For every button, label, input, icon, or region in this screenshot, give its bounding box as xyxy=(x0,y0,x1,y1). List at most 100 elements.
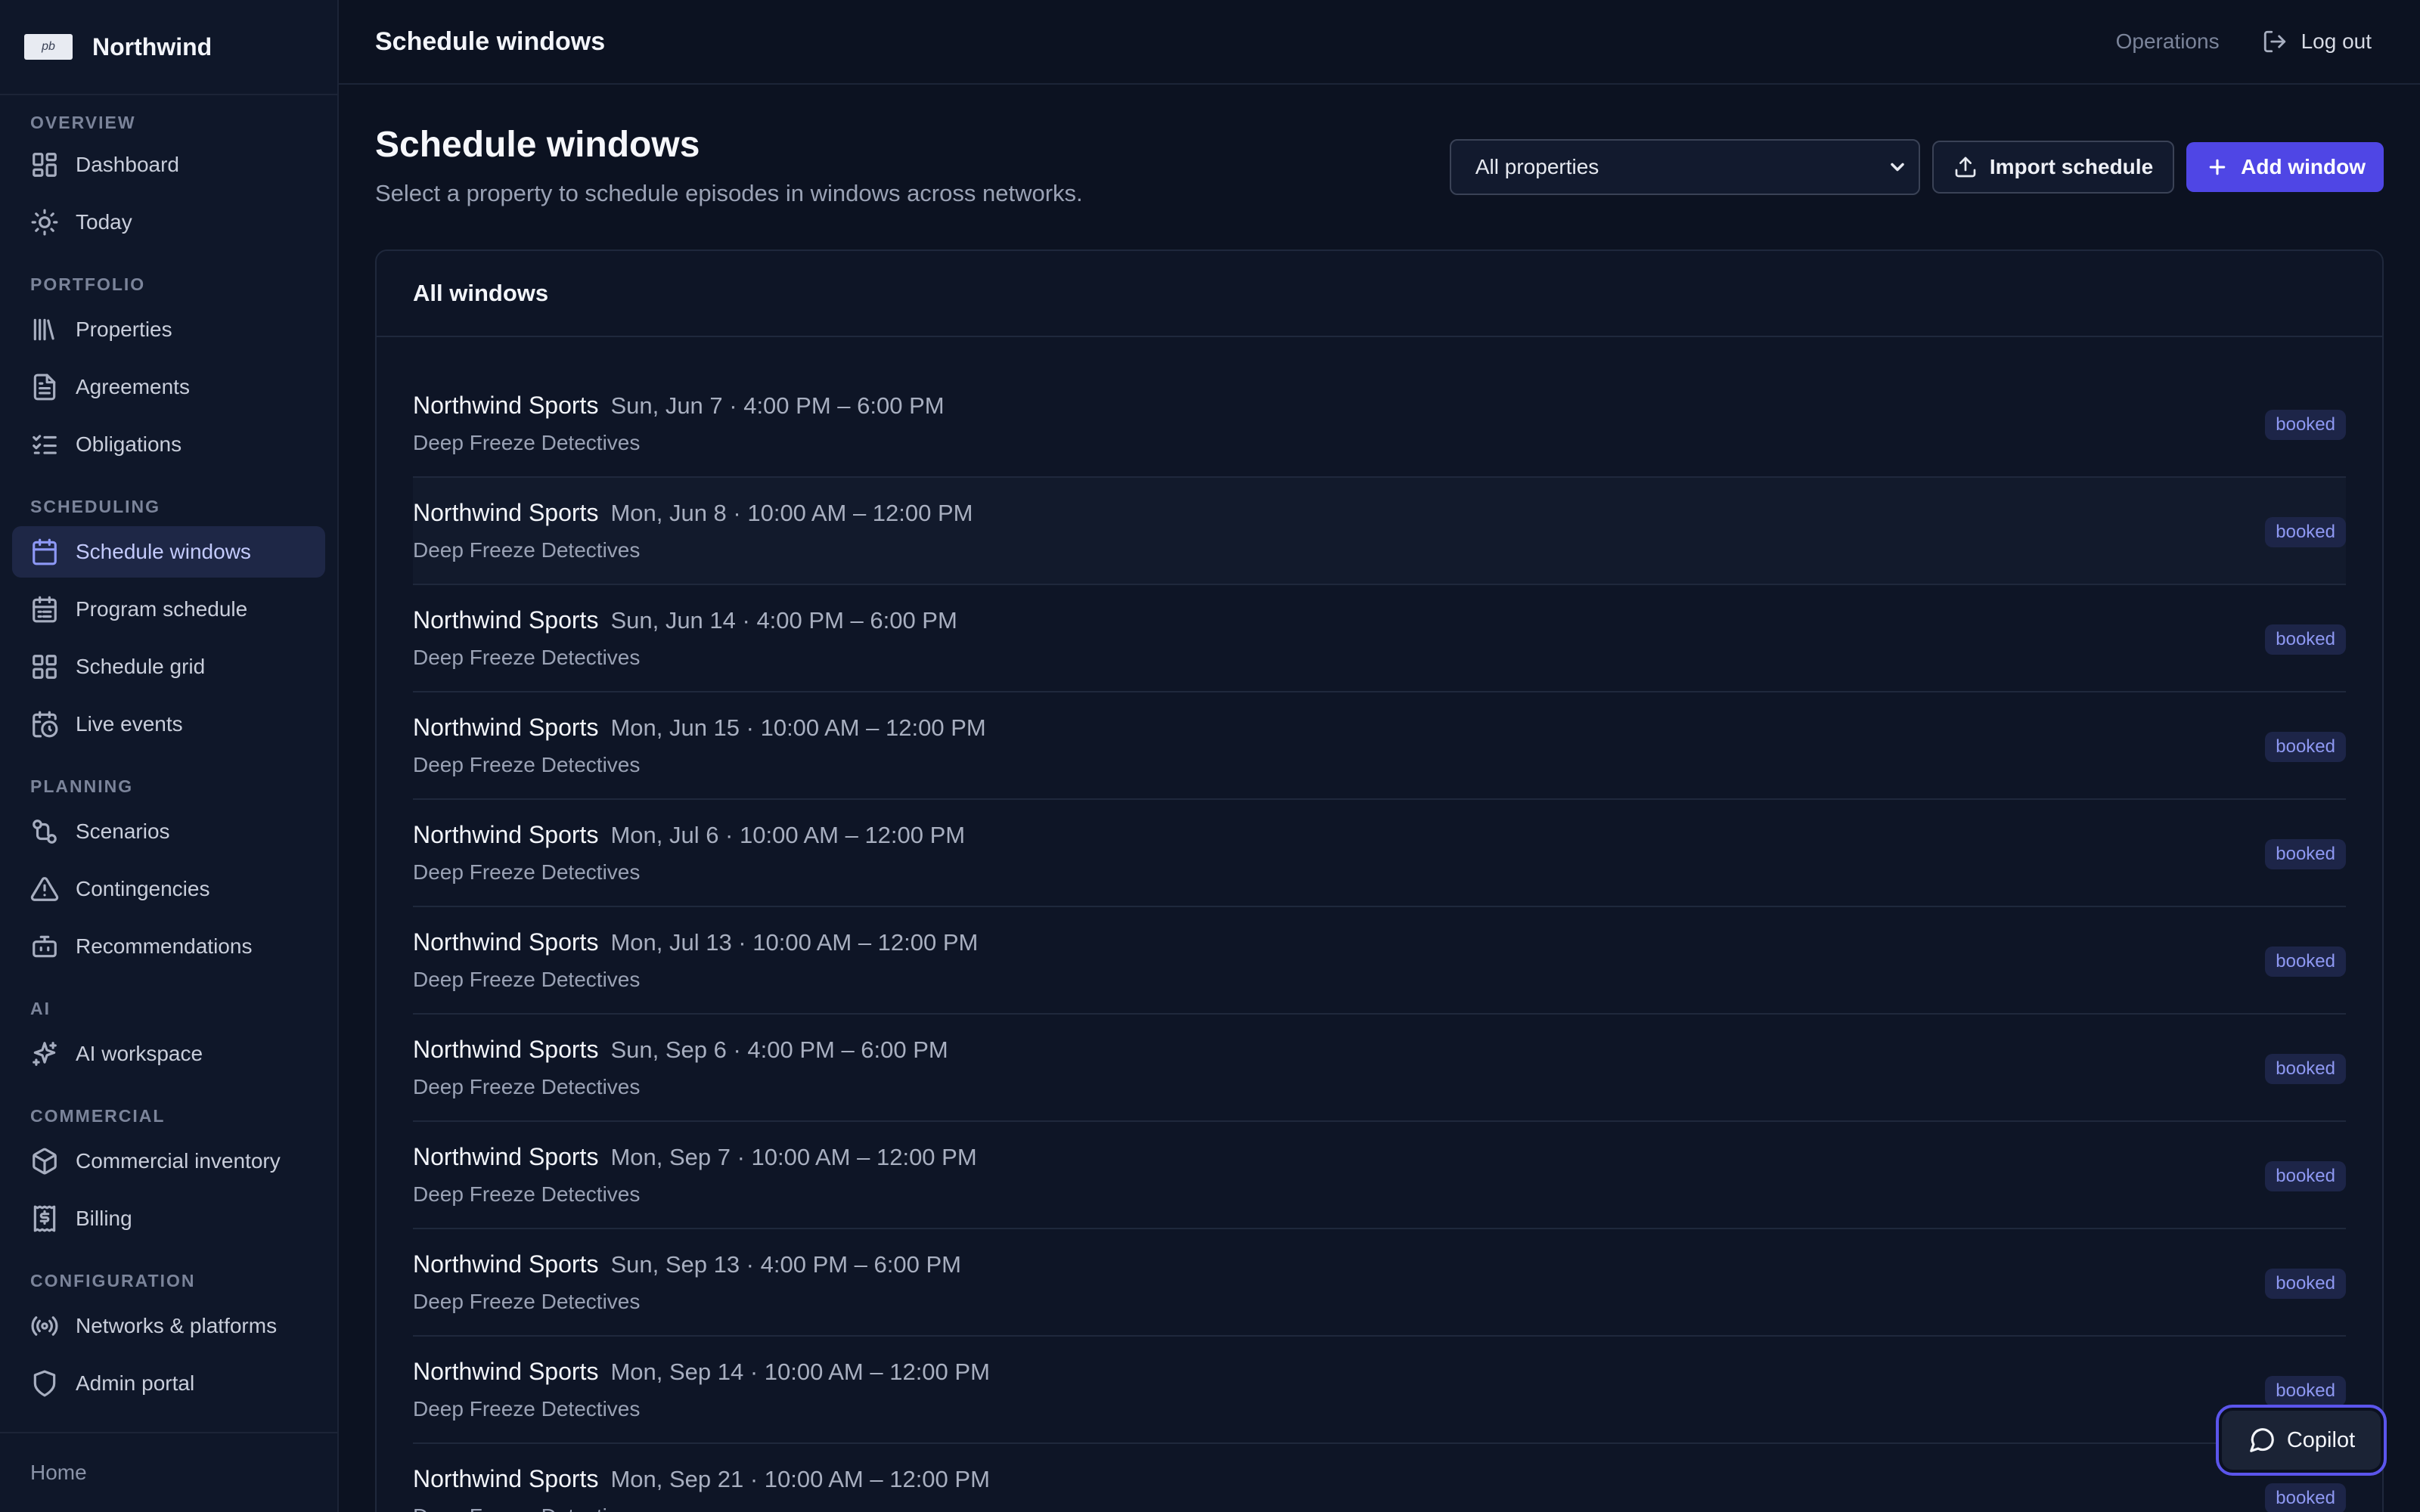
checklist-icon xyxy=(33,435,57,454)
brand[interactable]: pb Northwind xyxy=(0,0,337,95)
sidebar-item-label: Networks & platforms xyxy=(76,1314,278,1337)
window-time: Mon, Jun 8 · 10:00 AM – 12:00 PM xyxy=(610,500,973,526)
status-badge: booked xyxy=(2265,1483,2346,1512)
window-program: Deep Freeze Detectives xyxy=(413,1075,641,1098)
sidebar-item-contingencies[interactable]: Contingencies xyxy=(12,863,325,915)
sidebar-item-schedule-grid[interactable]: Schedule grid xyxy=(12,641,325,692)
sidebar-item-schedule-windows[interactable]: Schedule windows xyxy=(12,526,325,578)
plus-icon xyxy=(2209,159,2226,175)
operations-link[interactable]: Operations xyxy=(2116,29,2220,54)
window-row-heading: Northwind Sports Mon, Jul 6 · 10:00 AM –… xyxy=(413,821,965,849)
window-row[interactable]: Northwind Sports Mon, Sep 7 · 10:00 AM –… xyxy=(413,1122,2346,1229)
nav-section-label: OVERVIEW xyxy=(30,113,136,132)
window-network: Northwind Sports xyxy=(413,821,599,848)
nav-section-label: PLANNING xyxy=(30,776,134,796)
sidebar-home-link[interactable]: Home xyxy=(0,1432,337,1512)
window-row[interactable]: Northwind Sports Mon, Jun 8 · 10:00 AM –… xyxy=(413,478,2346,585)
shield-icon xyxy=(33,1370,56,1397)
bot-icon xyxy=(33,935,57,958)
window-row[interactable]: Northwind Sports Mon, Jun 15 · 10:00 AM … xyxy=(413,692,2346,800)
window-time: Mon, Sep 14 · 10:00 AM – 12:00 PM xyxy=(610,1359,990,1385)
window-row[interactable]: Northwind Sports Mon, Jul 13 · 10:00 AM … xyxy=(413,907,2346,1015)
window-row[interactable]: Northwind Sports Mon, Jul 6 · 10:00 AM –… xyxy=(413,800,2346,907)
window-row[interactable]: Northwind Sports Sun, Sep 13 · 4:00 PM –… xyxy=(413,1229,2346,1337)
window-network: Northwind Sports xyxy=(413,1036,599,1063)
sidebar-item-label: Contingencies xyxy=(76,877,210,900)
window-program: Deep Freeze Detectives xyxy=(413,431,641,454)
window-program: Deep Freeze Detectives xyxy=(413,1290,641,1313)
copilot-label: Copilot xyxy=(2286,1427,2356,1452)
window-row[interactable]: Northwind Sports Sun, Jun 7 · 4:00 PM – … xyxy=(413,370,2346,478)
window-network: Northwind Sports xyxy=(413,714,599,741)
window-row-heading: Northwind Sports Mon, Jun 15 · 10:00 AM … xyxy=(413,714,986,742)
window-row-heading: Northwind Sports Sun, Jun 7 · 4:00 PM – … xyxy=(413,392,945,420)
sidebar-item-label: Schedule windows xyxy=(76,540,251,563)
sun-icon xyxy=(31,209,58,236)
calendar-list-icon xyxy=(33,596,57,623)
sidebar-item-label: Admin portal xyxy=(76,1371,195,1395)
window-network: Northwind Sports xyxy=(413,1143,599,1170)
calendar-clock-icon xyxy=(33,711,58,738)
dollar-receipt-icon xyxy=(33,1205,56,1232)
sidebar-item-label: Agreements xyxy=(76,375,190,398)
logout-button[interactable]: Log out xyxy=(2262,29,2372,54)
status-badge: booked xyxy=(2265,732,2346,762)
window-row-heading: Northwind Sports Mon, Jun 8 · 10:00 AM –… xyxy=(413,499,973,527)
sidebar-item-label: Dashboard xyxy=(76,153,179,176)
card-title: All windows xyxy=(377,251,2382,337)
copilot-button[interactable]: Copilot xyxy=(2216,1405,2387,1476)
status-badge: booked xyxy=(2265,410,2346,440)
sidebar-item-recommendations[interactable]: Recommendations xyxy=(12,921,325,972)
status-badge: booked xyxy=(2265,517,2346,547)
window-row[interactable]: Northwind Sports Sun, Sep 6 · 4:00 PM – … xyxy=(413,1015,2346,1122)
sidebar-item-commercial-inventory[interactable]: Commercial inventory xyxy=(12,1136,325,1187)
window-row[interactable]: Northwind Sports Mon, Sep 21 · 10:00 AM … xyxy=(413,1444,2346,1512)
sidebar-item-obligations[interactable]: Obligations xyxy=(12,419,325,470)
logout-label: Log out xyxy=(2301,29,2372,53)
page-title: Schedule windows xyxy=(375,125,700,165)
status-badge: booked xyxy=(2265,839,2346,869)
property-select[interactable]: All properties xyxy=(1449,139,1920,195)
window-network: Northwind Sports xyxy=(413,928,599,956)
nav-section-label: PORTFOLIO xyxy=(30,274,146,294)
window-network: Northwind Sports xyxy=(413,1250,599,1278)
chevron-down-icon xyxy=(1891,163,1904,172)
main-content: Schedule windows Select a property to sc… xyxy=(375,85,2384,1512)
window-time: Mon, Jul 13 · 10:00 AM – 12:00 PM xyxy=(610,929,979,956)
window-row-heading: Northwind Sports Mon, Sep 14 · 10:00 AM … xyxy=(413,1358,990,1386)
nav-section-label: SCHEDULING xyxy=(30,497,161,516)
sidebar-item-label: Recommendations xyxy=(76,934,253,958)
sidebar-item-program-schedule[interactable]: Program schedule xyxy=(12,584,325,635)
window-program: Deep Freeze Detectives xyxy=(413,753,641,776)
sidebar-item-today[interactable]: Today xyxy=(12,197,325,248)
status-badge: booked xyxy=(2265,1161,2346,1191)
sidebar-item-networks-platforms[interactable]: Networks & platforms xyxy=(12,1300,325,1352)
property-select-value: All properties xyxy=(1475,155,1599,178)
sidebar-item-admin-portal[interactable]: Admin portal xyxy=(12,1358,325,1409)
sidebar-item-label: Today xyxy=(76,210,132,234)
sparkles-icon xyxy=(33,1042,57,1066)
import-schedule-button[interactable]: Import schedule xyxy=(1931,141,2175,194)
sidebar-item-billing[interactable]: Billing xyxy=(12,1193,325,1244)
add-window-button[interactable]: Add window xyxy=(2186,142,2384,192)
box-icon xyxy=(33,1148,57,1175)
window-time: Sun, Jun 7 · 4:00 PM – 6:00 PM xyxy=(610,392,945,419)
sidebar-item-dashboard[interactable]: Dashboard xyxy=(12,139,325,191)
sidebar-nav: OVERVIEW Dashboard Today PORTFOLIO Propertie… xyxy=(0,95,337,1409)
sidebar-item-ai-workspace[interactable]: AI workspace xyxy=(12,1028,325,1080)
sidebar-item-properties[interactable]: Properties xyxy=(12,304,325,355)
sidebar-item-scenarios[interactable]: Scenarios xyxy=(12,806,325,857)
window-row-heading: Northwind Sports Sun, Sep 6 · 4:00 PM – … xyxy=(413,1036,948,1064)
sidebar-item-label: Billing xyxy=(76,1207,132,1230)
sidebar-item-live-events[interactable]: Live events xyxy=(12,699,325,750)
window-program: Deep Freeze Detectives xyxy=(413,1504,640,1512)
header-actions: All properties Import schedule Add windo… xyxy=(1449,139,2384,195)
brand-name: Northwind xyxy=(92,33,213,60)
window-row[interactable]: Northwind Sports Mon, Sep 14 · 10:00 AM … xyxy=(413,1337,2346,1444)
sidebar-item-label: Program schedule xyxy=(76,597,248,621)
window-row-heading: Northwind Sports Mon, Jul 13 · 10:00 AM … xyxy=(413,928,978,956)
library-icon xyxy=(33,318,54,341)
sidebar-item-agreements[interactable]: Agreements xyxy=(12,361,325,413)
window-time: Sun, Sep 13 · 4:00 PM – 6:00 PM xyxy=(610,1251,961,1278)
window-row[interactable]: Northwind Sports Sun, Jun 14 · 4:00 PM –… xyxy=(413,585,2346,692)
